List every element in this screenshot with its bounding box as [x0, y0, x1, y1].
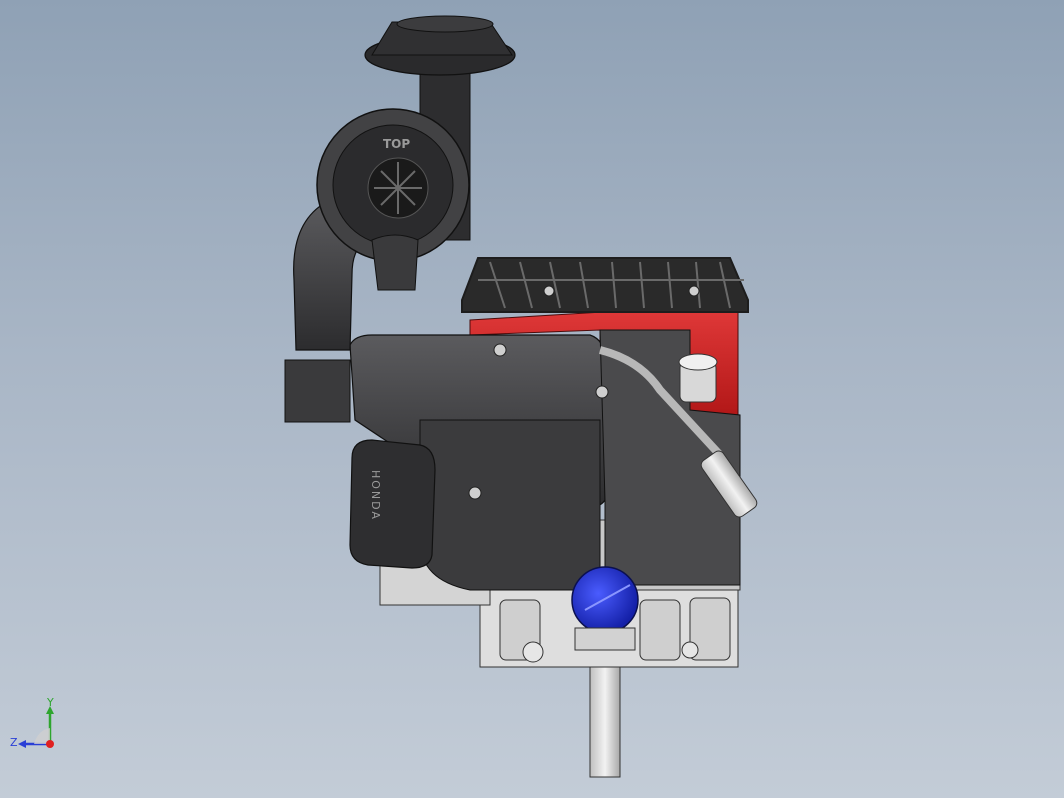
muffler: HONDA	[349, 439, 436, 569]
x-axis-dot	[46, 740, 54, 748]
muffler-brand-label: HONDA	[369, 470, 382, 521]
oil-filter	[571, 566, 639, 651]
output-shaft	[589, 664, 621, 778]
cad-viewport[interactable]: HONDA TOP Y Z	[0, 0, 1064, 798]
z-axis-label: Z	[10, 736, 18, 749]
triad-axes	[18, 706, 54, 748]
oil-filler-cap	[678, 353, 718, 403]
intake-bracket	[284, 359, 351, 423]
fan-grille	[461, 257, 749, 313]
air-cleaner-top-label: TOP	[383, 137, 410, 151]
y-axis-label: Y	[47, 696, 54, 709]
coordinate-triad: Y Z	[8, 696, 72, 758]
engine-model[interactable]: HONDA TOP	[0, 0, 1064, 798]
engine-body	[419, 419, 601, 591]
